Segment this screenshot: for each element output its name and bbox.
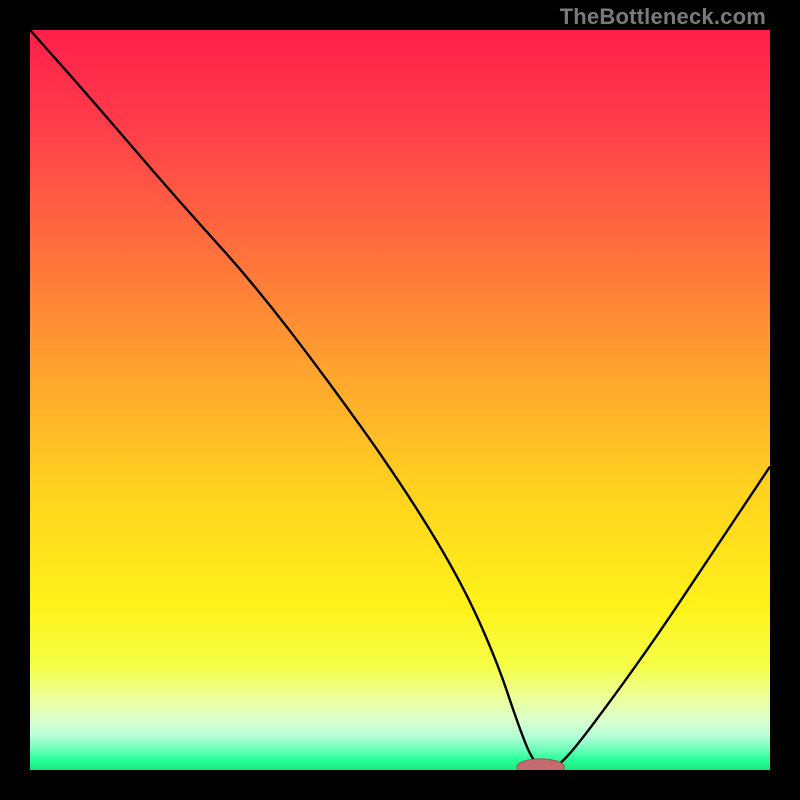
chart-frame: TheBottleneck.com: [0, 0, 800, 800]
watermark-text: TheBottleneck.com: [560, 4, 766, 30]
chart-svg: [30, 30, 770, 770]
gradient-background: [30, 30, 770, 770]
plot-area: [30, 30, 770, 770]
